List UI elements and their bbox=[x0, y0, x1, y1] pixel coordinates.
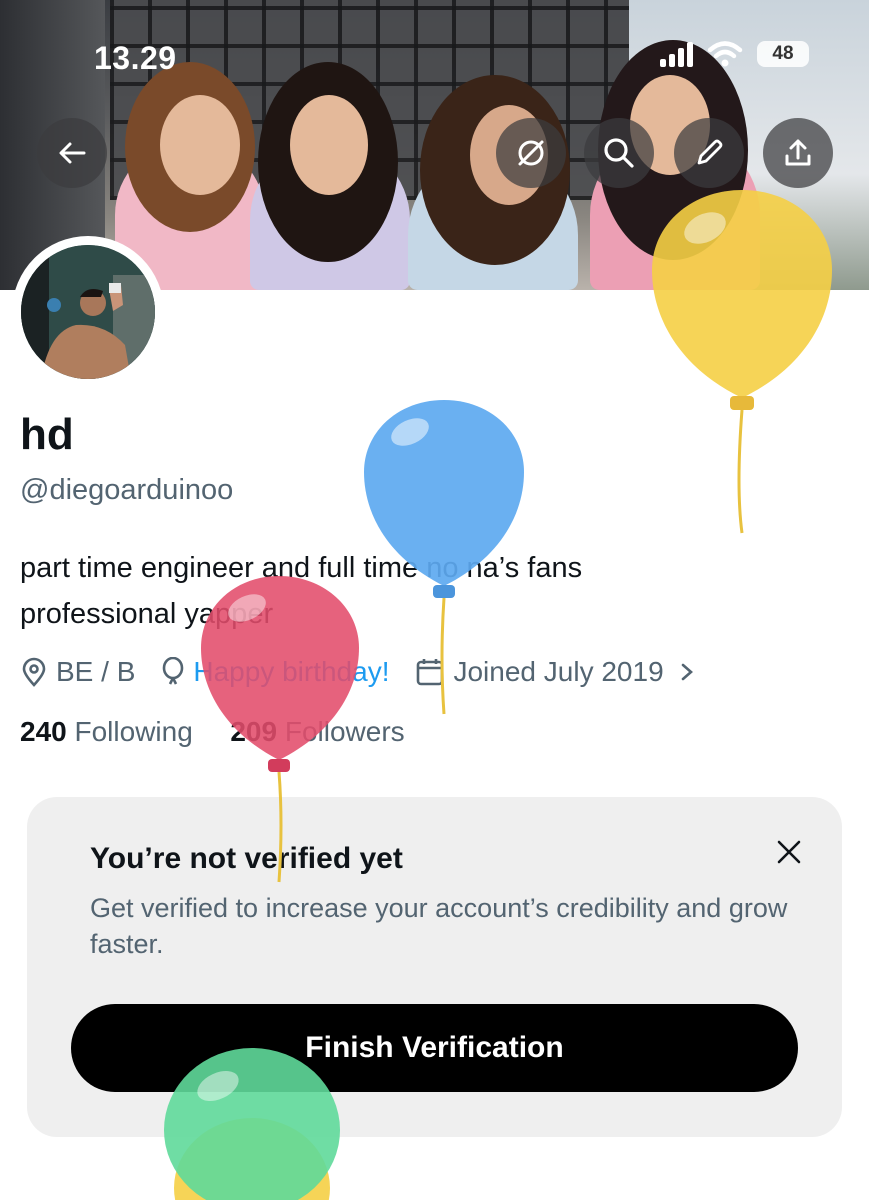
followers-count: 209 bbox=[230, 716, 278, 747]
profile-banner[interactable]: 13.29 48 bbox=[0, 0, 869, 290]
joined-text: Joined July 2019 bbox=[453, 656, 664, 687]
back-button[interactable] bbox=[37, 118, 107, 188]
balloon-icon bbox=[163, 657, 184, 685]
dismiss-card-button[interactable] bbox=[772, 835, 806, 869]
grok-icon bbox=[518, 140, 544, 166]
bio-line-2: professional yapper bbox=[20, 598, 274, 630]
birthday-text[interactable]: Happy birthday! bbox=[193, 656, 389, 688]
banner-face-1 bbox=[160, 95, 240, 195]
follow-stats: 240 Following 209 Followers bbox=[20, 716, 405, 748]
profile-name: hd bbox=[20, 410, 74, 459]
profile-meta: BE / B Happy birthday! Joined July 2019 bbox=[20, 652, 722, 692]
pencil-icon bbox=[697, 139, 723, 165]
following-count: 240 bbox=[20, 716, 67, 747]
birthday-item: Happy birthday! bbox=[161, 656, 389, 688]
signal-icon bbox=[660, 41, 693, 67]
close-icon bbox=[777, 840, 801, 864]
profile-handle: @diegoarduinoo bbox=[20, 474, 234, 506]
search-button[interactable] bbox=[584, 118, 654, 188]
followers-link[interactable]: 209 Followers bbox=[230, 716, 404, 747]
verification-body: Get verified to increase your account’s … bbox=[90, 893, 788, 959]
avatar[interactable] bbox=[21, 245, 155, 379]
following-link[interactable]: 240 Following bbox=[20, 716, 193, 747]
battery-level: 48 bbox=[772, 43, 794, 64]
calendar-icon bbox=[417, 659, 444, 686]
banner-face-2 bbox=[290, 95, 368, 195]
chevron-right-icon bbox=[681, 663, 693, 681]
wifi-icon bbox=[707, 41, 743, 67]
grok-button[interactable] bbox=[496, 118, 566, 188]
finish-verification-button[interactable]: Finish Verification bbox=[71, 1004, 798, 1092]
search-icon bbox=[604, 138, 634, 168]
location-item: BE / B bbox=[20, 656, 135, 688]
followers-label: Followers bbox=[284, 716, 405, 747]
verification-card: You’re not verified yet Get verified to … bbox=[27, 797, 842, 1137]
following-label: Following bbox=[74, 716, 193, 747]
share-icon bbox=[785, 139, 811, 166]
avatar-photo bbox=[21, 245, 155, 379]
location-text: BE / B bbox=[56, 656, 136, 687]
share-button[interactable] bbox=[763, 118, 833, 188]
edit-button[interactable] bbox=[674, 118, 744, 188]
joined-item[interactable]: Joined July 2019 bbox=[415, 656, 695, 688]
verification-title: You’re not verified yet bbox=[90, 842, 403, 875]
status-icons: 48 bbox=[660, 40, 809, 68]
battery-indicator: 48 bbox=[757, 41, 809, 67]
back-arrow-icon bbox=[59, 142, 86, 164]
profile-bio: part time engineer and full time no na’s… bbox=[20, 545, 800, 637]
bio-line-1: part time engineer and full time no na’s… bbox=[20, 552, 583, 584]
status-time: 13.29 bbox=[94, 40, 177, 76]
location-pin-icon bbox=[22, 657, 46, 687]
